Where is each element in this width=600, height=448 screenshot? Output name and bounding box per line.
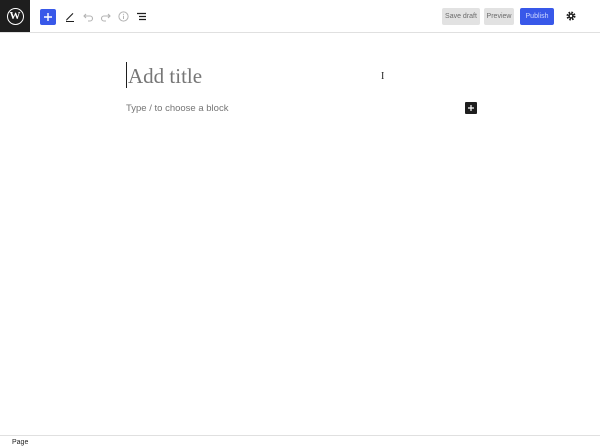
- plus-icon: [468, 105, 474, 111]
- save-draft-button[interactable]: Save draft: [442, 8, 480, 25]
- pencil-icon: [66, 13, 74, 22]
- post-title-input[interactable]: [128, 62, 368, 90]
- undo-button[interactable]: [80, 8, 96, 24]
- breadcrumb-page[interactable]: Page: [12, 437, 28, 448]
- text-cursor-icon: I: [381, 71, 385, 82]
- list-view-icon: [136, 12, 146, 20]
- text-caret: [126, 62, 127, 88]
- settings-button[interactable]: [563, 8, 579, 24]
- plus-icon: [44, 13, 52, 21]
- gear-icon: [566, 11, 576, 21]
- editor-header: W Save draft Preview Publish: [0, 0, 600, 33]
- block-inserter-button[interactable]: [40, 9, 56, 25]
- info-icon: [117, 10, 129, 22]
- undo-icon: [82, 13, 93, 22]
- list-view-button[interactable]: [133, 8, 149, 24]
- wordpress-logo-button[interactable]: W: [0, 0, 30, 32]
- inline-inserter-button[interactable]: [465, 102, 477, 114]
- default-block-appender[interactable]: Type / to choose a block: [126, 103, 228, 114]
- block-breadcrumb-bar: Page: [0, 435, 600, 448]
- wordpress-logo-icon: W: [6, 7, 24, 25]
- publish-button[interactable]: Publish: [520, 8, 554, 25]
- details-button[interactable]: [115, 8, 131, 24]
- redo-button[interactable]: [97, 8, 113, 24]
- redo-icon: [100, 13, 111, 22]
- editor-canvas[interactable]: [0, 33, 600, 435]
- preview-button[interactable]: Preview: [484, 8, 514, 25]
- tools-button[interactable]: [62, 8, 78, 24]
